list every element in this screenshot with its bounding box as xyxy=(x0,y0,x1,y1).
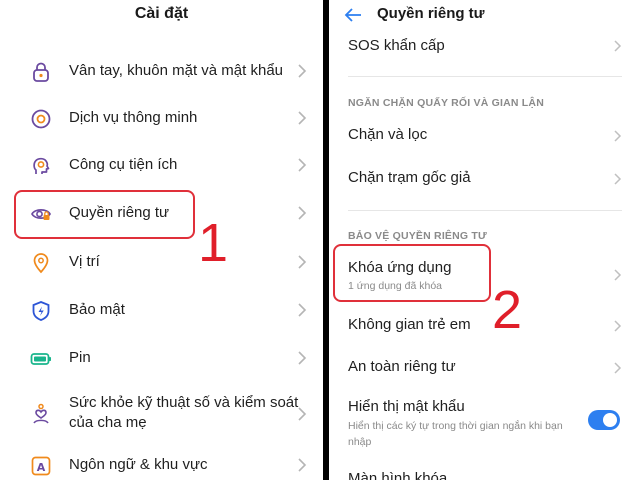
settings-item-security[interactable]: Bảo mật xyxy=(0,290,323,330)
settings-panel: Cài đặt Vân tay, khuôn mặt và mật khẩu D… xyxy=(0,0,323,480)
settings-item-label: Công cụ tiện ích xyxy=(69,156,178,173)
settings-item-digital-wellbeing[interactable]: Sức khỏe kỹ thuật số và kiểm soát của ch… xyxy=(0,393,323,437)
kids-space-label: Không gian trẻ em xyxy=(348,316,471,333)
chevron-right-icon xyxy=(297,254,307,270)
chevron-right-icon xyxy=(297,302,307,318)
heart-person-icon xyxy=(30,403,52,425)
settings-item-battery[interactable]: Pin xyxy=(0,338,323,378)
show-password-subtitle: Hiển thị các ký tự trong thời gian ngắn … xyxy=(348,420,563,448)
toggle-knob xyxy=(603,413,617,427)
head-gear-icon xyxy=(30,155,52,177)
settings-item-label: Dịch vụ thông minh xyxy=(69,109,198,126)
privacy-item-private-safe[interactable]: An toàn riêng tư xyxy=(329,357,640,393)
privacy-item-sos[interactable]: SOS khẩn cấp xyxy=(329,36,640,76)
battery-icon xyxy=(30,348,52,370)
settings-item-smart-services[interactable]: Dịch vụ thông minh xyxy=(0,98,323,138)
chevron-right-icon xyxy=(613,268,622,282)
settings-item-label: Vị trí xyxy=(69,253,100,270)
circle-target-icon xyxy=(30,108,52,130)
settings-item-label: Pin xyxy=(69,349,91,366)
highlight-box xyxy=(14,190,195,239)
block-fake-station-label: Chặn trạm gốc giả xyxy=(348,169,471,186)
chevron-right-icon xyxy=(613,319,622,333)
chevron-right-icon xyxy=(297,457,307,473)
privacy-item-lock-screen[interactable]: Màn hình khóa xyxy=(329,470,640,480)
chevron-right-icon xyxy=(613,361,622,375)
chevron-right-icon xyxy=(613,129,622,143)
show-password-label: Hiển thị mật khẩu xyxy=(348,398,465,415)
divider xyxy=(348,210,622,211)
settings-item-biometrics[interactable]: Vân tay, khuôn mặt và mật khẩu xyxy=(0,51,323,91)
chevron-right-icon xyxy=(613,39,622,53)
lock-screen-label: Màn hình khóa xyxy=(348,470,448,480)
chevron-right-icon xyxy=(297,205,307,221)
show-password-toggle[interactable] xyxy=(588,410,620,430)
chevron-right-icon xyxy=(613,172,622,186)
chevron-right-icon xyxy=(297,63,307,79)
highlight-box xyxy=(333,244,491,302)
svg-text:A: A xyxy=(37,461,46,474)
back-arrow-icon[interactable] xyxy=(343,6,363,24)
sos-label: SOS khẩn cấp xyxy=(348,37,445,54)
settings-item-label: Sức khỏe kỹ thuật số và kiểm soát của ch… xyxy=(69,394,299,431)
section-header-privacy: BẢO VỆ QUYỀN RIÊNG TƯ xyxy=(348,230,487,242)
section-header-harassment: NGĂN CHẶN QUẤY RỐI VÀ GIAN LẬN xyxy=(348,97,544,109)
privacy-item-block-filter[interactable]: Chặn và lọc xyxy=(329,124,640,160)
settings-item-label: Vân tay, khuôn mặt và mật khẩu xyxy=(69,62,284,79)
privacy-item-block-fake-station[interactable]: Chặn trạm gốc giả xyxy=(329,167,640,203)
shield-bolt-icon xyxy=(30,300,52,322)
chevron-right-icon xyxy=(297,350,307,366)
settings-item-utilities[interactable]: Công cụ tiện ích xyxy=(0,145,323,185)
location-pin-icon xyxy=(30,252,52,274)
privacy-item-kids-space[interactable]: Không gian trẻ em xyxy=(329,314,640,350)
block-filter-label: Chặn và lọc xyxy=(348,126,428,143)
chevron-right-icon xyxy=(297,157,307,173)
chevron-right-icon xyxy=(297,406,307,422)
settings-item-label: Ngôn ngữ & khu vực xyxy=(69,456,208,473)
private-safe-label: An toàn riêng tư xyxy=(348,358,456,375)
settings-item-language[interactable]: A Ngôn ngữ & khu vực xyxy=(0,445,323,480)
settings-item-label: Bảo mật xyxy=(69,301,125,318)
divider xyxy=(348,76,622,77)
page-title: Cài đặt xyxy=(134,5,189,22)
page-title: Quyền riêng tư xyxy=(377,5,485,22)
lock-icon xyxy=(30,61,52,83)
privacy-item-show-password[interactable]: Hiển thị mật khẩu Hiển thị các ký tự tro… xyxy=(329,398,640,450)
privacy-panel: Quyền riêng tư SOS khẩn cấp NGĂN CHẶN QU… xyxy=(329,0,640,480)
chevron-right-icon xyxy=(297,110,307,126)
settings-item-location[interactable]: Vị trí xyxy=(0,242,323,282)
language-icon: A xyxy=(30,455,52,477)
